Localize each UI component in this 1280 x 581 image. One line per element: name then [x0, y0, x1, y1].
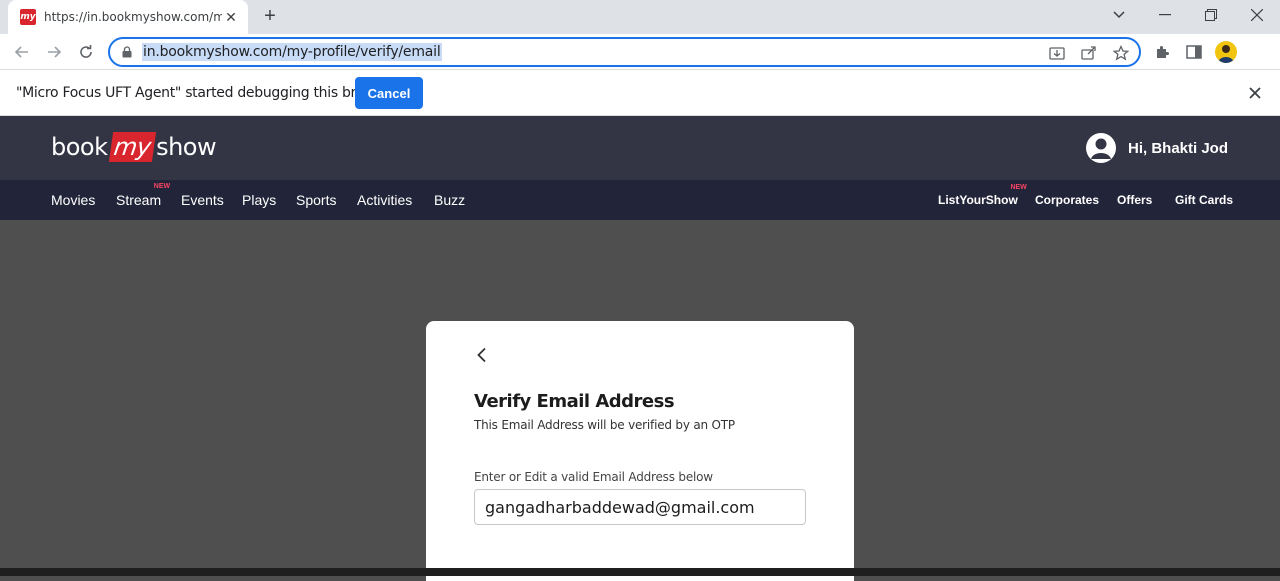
- nav-item-events[interactable]: Events: [181, 192, 224, 208]
- nav-item-offers[interactable]: Offers: [1117, 193, 1152, 207]
- tab-title: https://in.bookmyshow.com/my-profile/ver…: [44, 10, 222, 24]
- nav-item-activities[interactable]: Activities: [357, 192, 412, 208]
- modal-title: Verify Email Address: [474, 391, 675, 412]
- nav-item-stream[interactable]: Stream NEW: [116, 183, 170, 208]
- nav-item-movies[interactable]: Movies: [51, 192, 95, 208]
- browser-tab-strip: my https://in.bookmyshow.com/my-profile/…: [0, 0, 1280, 34]
- close-icon[interactable]: [1246, 84, 1264, 102]
- install-app-icon[interactable]: [1048, 44, 1066, 62]
- taskbar: [0, 568, 1280, 576]
- site-nav: Movies Stream NEW Events Plays Sports Ac…: [0, 180, 1280, 220]
- bookmyshow-logo[interactable]: book my show: [51, 130, 217, 164]
- verify-email-modal: Verify Email Address This Email Address …: [426, 321, 854, 581]
- forward-arrow-icon[interactable]: [42, 40, 66, 64]
- url-text[interactable]: in.bookmyshow.com/my-profile/verify/emai…: [142, 43, 442, 61]
- browser-toolbar: in.bookmyshow.com/my-profile/verify/emai…: [0, 34, 1280, 70]
- browser-tab[interactable]: my https://in.bookmyshow.com/my-profile/…: [8, 0, 248, 34]
- user-menu[interactable]: Hi, Bhakti Jod: [1085, 133, 1228, 163]
- profile-avatar-icon[interactable]: [1215, 41, 1237, 63]
- debugging-infobar: "Micro Focus UFT Agent" started debuggin…: [0, 70, 1280, 116]
- new-tab-button[interactable]: +: [260, 6, 280, 26]
- nav-item-gift-cards[interactable]: Gift Cards: [1175, 193, 1233, 207]
- nav-item-corporates[interactable]: Corporates: [1035, 193, 1099, 207]
- logo-my-text: my: [108, 132, 156, 162]
- nav-item-listyourshow-label: ListYourShow: [938, 193, 1018, 207]
- site-header: book my show Hi, Bhakti Jod: [0, 116, 1280, 180]
- minimize-button[interactable]: [1142, 0, 1188, 30]
- new-badge: NEW: [1010, 184, 1027, 191]
- infobar-message: "Micro Focus UFT Agent" started debuggin…: [16, 85, 396, 101]
- restore-button[interactable]: [1188, 0, 1234, 30]
- close-window-button[interactable]: [1234, 0, 1280, 30]
- nav-item-listyourshow[interactable]: ListYourShow NEW: [938, 184, 1027, 207]
- back-arrow-icon[interactable]: [10, 40, 34, 64]
- chevron-left-icon[interactable]: [472, 345, 492, 365]
- extensions-puzzle-icon[interactable]: [1152, 42, 1172, 62]
- share-icon[interactable]: [1080, 44, 1098, 62]
- user-greeting[interactable]: Hi, Bhakti Jod: [1128, 140, 1228, 157]
- lock-icon[interactable]: [122, 46, 132, 58]
- tab-close-icon[interactable]: ✕: [222, 9, 240, 26]
- logo-show-text: show: [156, 133, 217, 161]
- nav-item-sports[interactable]: Sports: [296, 192, 336, 208]
- cancel-debugging-button[interactable]: Cancel: [355, 77, 423, 109]
- user-avatar-icon[interactable]: [1085, 133, 1116, 163]
- bookmyshow-favicon-icon: my: [20, 9, 36, 25]
- reload-icon[interactable]: [74, 40, 98, 64]
- bookmark-star-icon[interactable]: [1112, 44, 1130, 62]
- modal-subtitle: This Email Address will be verified by a…: [474, 418, 735, 432]
- tab-search-icon[interactable]: [1096, 0, 1142, 30]
- address-bar[interactable]: in.bookmyshow.com/my-profile/verify/emai…: [108, 37, 1141, 67]
- new-badge: NEW: [153, 183, 171, 190]
- nav-item-plays[interactable]: Plays: [242, 192, 276, 208]
- nav-item-buzz[interactable]: Buzz: [434, 192, 465, 208]
- nav-item-stream-label: Stream: [116, 192, 162, 208]
- email-field[interactable]: [474, 489, 806, 525]
- logo-book-text: book: [51, 133, 108, 161]
- email-field-label: Enter or Edit a valid Email Address belo…: [474, 470, 713, 484]
- side-panel-icon[interactable]: [1184, 42, 1204, 62]
